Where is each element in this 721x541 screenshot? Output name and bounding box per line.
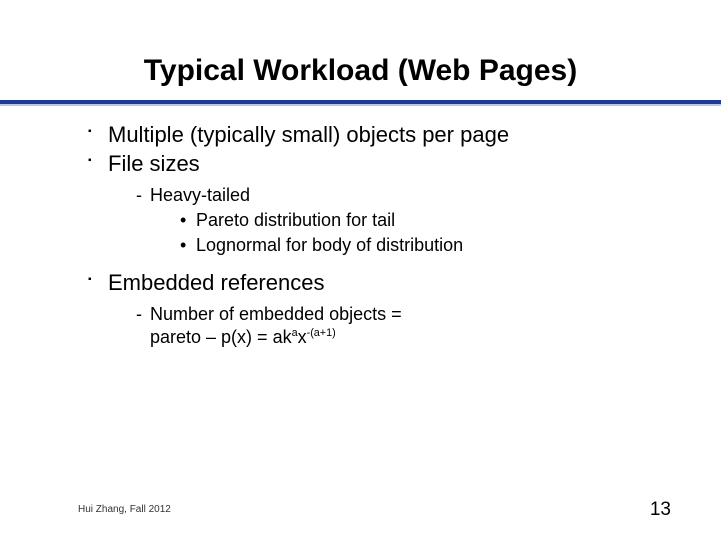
content-area: Multiple (typically small) objects per p… xyxy=(0,106,721,349)
sub-item: Heavy-tailed Pareto distribution for tai… xyxy=(136,184,685,258)
bullet-text: Multiple (typically small) objects per p… xyxy=(108,122,509,147)
sub-item: Number of embedded objects = pareto – p(… xyxy=(136,303,685,350)
bullet-list: Multiple (typically small) objects per p… xyxy=(88,122,685,349)
slide-title: Typical Workload (Web Pages) xyxy=(0,0,721,100)
subsub-text: Lognormal for body of distribution xyxy=(196,235,463,255)
formula-pre: pareto – p(x) = ak xyxy=(150,327,292,347)
bullet-text: Embedded references xyxy=(108,270,324,295)
bullet-item: Embedded references Number of embedded o… xyxy=(88,270,685,350)
slide: Typical Workload (Web Pages) Multiple (t… xyxy=(0,0,721,541)
bullet-text: File sizes xyxy=(108,151,200,176)
sub-text: Number of embedded objects = xyxy=(150,304,402,324)
spacer xyxy=(108,260,685,268)
formula-sup2: -(a+1) xyxy=(307,327,336,339)
subsub-list: Pareto distribution for tail Lognormal f… xyxy=(150,209,685,258)
sub-list: Heavy-tailed Pareto distribution for tai… xyxy=(108,184,685,258)
bullet-item: File sizes Heavy-tailed Pareto distribut… xyxy=(88,151,685,268)
sub-list: Number of embedded objects = pareto – p(… xyxy=(108,303,685,350)
subsub-item: Lognormal for body of distribution xyxy=(180,234,685,257)
subsub-item: Pareto distribution for tail xyxy=(180,209,685,232)
bullet-item: Multiple (typically small) objects per p… xyxy=(88,122,685,149)
page-number: 13 xyxy=(650,499,671,521)
subsub-text: Pareto distribution for tail xyxy=(196,210,395,230)
sub-text: Heavy-tailed xyxy=(150,185,250,205)
footer-author: Hui Zhang, Fall 2012 xyxy=(78,504,171,515)
formula-mid: x xyxy=(298,327,307,347)
